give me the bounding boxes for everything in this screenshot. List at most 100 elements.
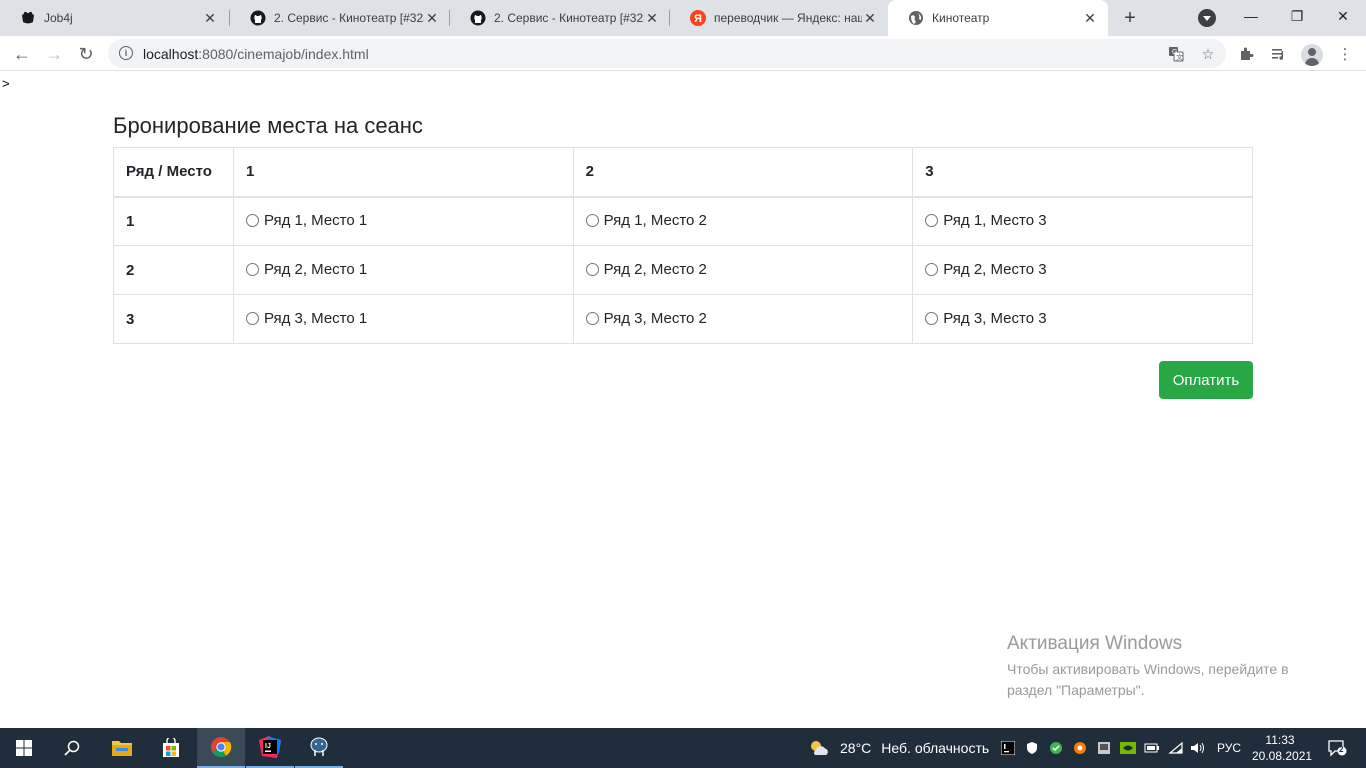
seat-label: Ряд 1, Место 2: [603, 211, 707, 229]
weather-temp: 28°C: [840, 740, 872, 756]
seat-radio[interactable]: [925, 311, 939, 325]
seat-cell: Ряд 3, Место 1: [232, 294, 574, 344]
weather-desc: Неб. облачность: [881, 740, 990, 756]
reload-icon[interactable]: ↻: [72, 40, 100, 68]
seat-column-header: 2: [572, 147, 914, 198]
seat-radio[interactable]: [925, 262, 939, 276]
translate-icon[interactable]: G文: [1167, 45, 1185, 63]
seat-option[interactable]: Ряд 2, Место 3: [925, 261, 1047, 278]
seat-label: Ряд 3, Место 2: [603, 309, 707, 327]
shield-tray-icon[interactable]: [1024, 740, 1040, 756]
seat-option[interactable]: Ряд 3, Место 3: [925, 310, 1047, 327]
browser-toolbar: ← → ↻ i localhost:8080/cinemajob/index.h…: [0, 36, 1366, 71]
close-tab-icon[interactable]: ✕: [424, 10, 440, 26]
watermark-title: Активация Windows: [1007, 633, 1183, 654]
tab-title: Кинотеатр: [932, 11, 990, 25]
minimize-icon[interactable]: —: [1228, 0, 1274, 32]
table-row: 3 Ряд 3, Место 1 Ряд 3, Место 2 Ряд 3, М…: [113, 294, 1253, 344]
seat-cell: Ряд 1, Место 1: [232, 196, 574, 246]
seat-option[interactable]: Ряд 1, Место 2: [585, 211, 707, 229]
avast-tray-icon[interactable]: [1072, 740, 1088, 756]
extensions-icon[interactable]: [1236, 43, 1258, 65]
svg-text:文: 文: [1176, 53, 1183, 62]
weather-widget[interactable]: 28°C Неб. облачность: [808, 728, 989, 768]
seat-column-header: 3: [912, 147, 1253, 198]
seat-label: Ряд 3, Место 1: [263, 309, 368, 327]
display-tray-icon[interactable]: [1096, 740, 1112, 756]
row-header: 1: [113, 196, 234, 246]
browser-tab[interactable]: Job4j ✕: [0, 0, 228, 36]
tab-search-icon[interactable]: [1198, 9, 1216, 27]
forward-icon[interactable]: →: [40, 40, 68, 68]
seat-column-header: 1: [232, 147, 574, 198]
file-explorer-icon[interactable]: [98, 728, 146, 768]
browser-tab[interactable]: 2. Сервис - Кинотеатр [#323 ✕: [450, 0, 670, 36]
seat-radio[interactable]: [585, 311, 599, 325]
bookmark-star-icon[interactable]: ☆: [1199, 45, 1217, 63]
seat-option[interactable]: Ряд 2, Место 1: [245, 261, 367, 278]
close-window-icon[interactable]: ✕: [1320, 0, 1366, 32]
close-tab-icon[interactable]: ✕: [202, 10, 218, 26]
site-info-icon[interactable]: i: [119, 46, 133, 60]
seat-label: Ряд 1, Место 1: [263, 211, 368, 229]
search-icon[interactable]: [48, 728, 96, 768]
seat-option[interactable]: Ряд 3, Место 1: [245, 309, 368, 327]
seat-radio[interactable]: [925, 213, 939, 227]
notifications-icon[interactable]: 2: [1326, 738, 1348, 758]
store-icon[interactable]: [147, 728, 195, 768]
seat-label: Ряд 2, Место 2: [603, 260, 707, 278]
seat-option[interactable]: Ряд 1, Место 1: [245, 211, 368, 229]
browser-tab[interactable]: 2. Сервис - Кинотеатр [#323 ✕: [230, 0, 450, 36]
clock[interactable]: 11:33 20.08.2021: [1252, 732, 1312, 764]
volume-tray-icon[interactable]: [1190, 740, 1206, 756]
windows-start-icon[interactable]: [0, 728, 48, 768]
media-control-icon[interactable]: [1268, 43, 1290, 65]
seat-table: Ряд / Место 1 2 3 1 Ряд 1, Место 1 Ряд 1…: [113, 147, 1253, 344]
weather-cloud-sun-icon: [808, 739, 830, 757]
tab-strip: Job4j ✕ 2. Сервис - Кинотеатр [#323 ✕ 2.…: [0, 0, 1366, 36]
seat-option[interactable]: Ряд 1, Место 3: [925, 212, 1047, 229]
profile-avatar[interactable]: [1301, 44, 1323, 66]
notification-count: 2: [1339, 745, 1344, 754]
browser-tab[interactable]: Я переводчик — Яндекс: наш ✕: [670, 0, 888, 36]
back-icon[interactable]: ←: [8, 40, 36, 68]
chrome-icon[interactable]: [197, 728, 245, 768]
seat-radio[interactable]: [245, 311, 259, 325]
address-bar[interactable]: i localhost:8080/cinemajob/index.html G文…: [108, 39, 1226, 68]
language-indicator[interactable]: РУС: [1217, 728, 1241, 768]
seat-radio[interactable]: [245, 213, 259, 227]
wifi-tray-icon[interactable]: [1168, 740, 1184, 756]
menu-kebab-icon[interactable]: ⋮: [1334, 43, 1356, 65]
seat-cell: Ряд 2, Место 2: [572, 245, 914, 295]
table-row: 1 Ряд 1, Место 1 Ряд 1, Место 2 Ряд 1, М…: [113, 196, 1253, 246]
github-icon: [470, 10, 486, 26]
battery-tray-icon[interactable]: [1144, 740, 1160, 756]
seat-option[interactable]: Ряд 2, Место 2: [585, 260, 707, 278]
security-tray-icon[interactable]: [1048, 740, 1064, 756]
pay-button[interactable]: Оплатить: [1159, 361, 1253, 399]
url-text[interactable]: localhost:8080/cinemajob/index.html: [143, 46, 369, 62]
close-tab-icon[interactable]: ✕: [862, 10, 878, 26]
seat-cell: Ряд 1, Место 2: [572, 196, 914, 246]
jetbrains-tray-icon[interactable]: [1000, 740, 1016, 756]
seat-option[interactable]: Ряд 3, Место 2: [585, 309, 707, 327]
new-tab-button[interactable]: +: [1118, 6, 1142, 30]
close-tab-icon[interactable]: ✕: [1082, 10, 1098, 26]
browser-tab-active[interactable]: Кинотеатр ✕: [888, 0, 1108, 36]
nvidia-tray-icon[interactable]: [1120, 740, 1136, 756]
close-tab-icon[interactable]: ✕: [644, 10, 660, 26]
restore-icon[interactable]: ❐: [1274, 0, 1320, 32]
seat-cell: Ряд 3, Место 3: [912, 294, 1253, 344]
seat-cell: Ряд 3, Место 2: [572, 294, 914, 344]
page-title: Бронирование места на сеанс: [113, 113, 423, 138]
table-header-row: Ряд / Место 1 2 3: [113, 147, 1253, 198]
globe-icon: [908, 10, 924, 26]
github-icon: [250, 10, 266, 26]
seat-radio[interactable]: [245, 262, 259, 276]
table-row: 2 Ряд 2, Место 1 Ряд 2, Место 2 Ряд 2, М…: [113, 245, 1253, 295]
seat-radio[interactable]: [585, 213, 599, 227]
intellij-icon[interactable]: IJ: [246, 728, 294, 768]
tab-title: 2. Сервис - Кинотеатр [#323: [274, 11, 424, 25]
postgresql-icon[interactable]: [295, 728, 343, 768]
seat-radio[interactable]: [585, 262, 599, 276]
